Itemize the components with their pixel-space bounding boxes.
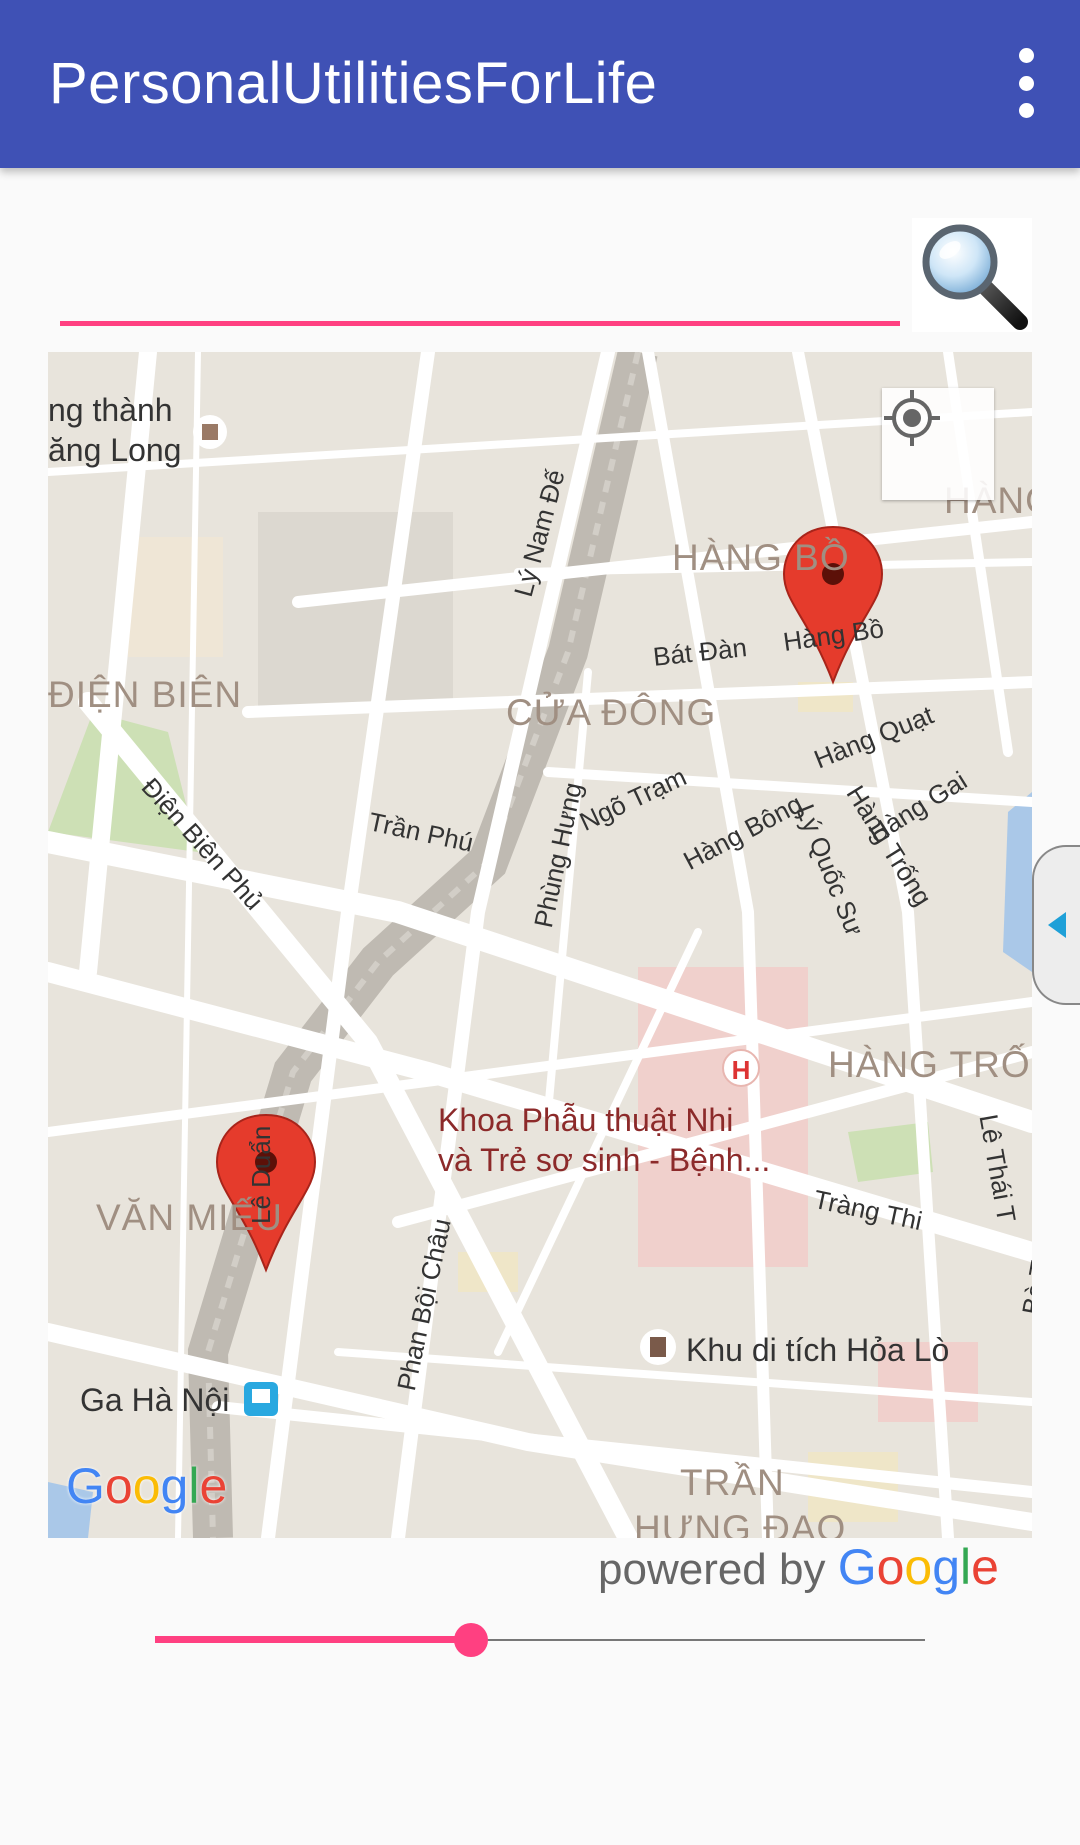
map-attribution: Google: [66, 1458, 228, 1514]
my-location-button[interactable]: [882, 388, 994, 500]
district-label: CỬA ĐÔNG: [506, 692, 717, 733]
street-label: Lê Duẩn: [246, 1125, 276, 1224]
app-title: PersonalUtilitiesForLife: [49, 51, 658, 116]
radius-slider[interactable]: [155, 1620, 925, 1660]
district-label: ĐIỆN BIÊN: [48, 674, 243, 715]
triangle-left-icon: [1048, 912, 1066, 938]
hospital-label: Khoa Phẫu thuật Nhi: [438, 1102, 734, 1138]
svg-text:H: H: [732, 1055, 751, 1085]
magnifier-icon: [922, 224, 1028, 330]
app-bar: PersonalUtilitiesForLife: [0, 0, 1080, 168]
district-label: HƯNG ĐẠO: [634, 1508, 847, 1538]
slider-thumb[interactable]: [453, 1623, 488, 1657]
poi-label: ng thành: [48, 392, 173, 428]
district-label: HÀNG BỒ: [672, 537, 850, 578]
district-label: HÀNG TRỐN: [828, 1044, 1032, 1085]
poi-label: Khu di tích Hỏa Lò: [686, 1332, 950, 1368]
crosshair-icon: [884, 390, 940, 446]
station-label: Ga Hà Nội: [80, 1382, 230, 1418]
search-button[interactable]: [912, 218, 1032, 332]
district-label: TRẦN: [680, 1462, 785, 1503]
hospital-label: và Trẻ sơ sinh - Bệnh...: [438, 1142, 771, 1178]
map-view[interactable]: H ĐIỆN BIÊN HÀNG BỒ CỬA ĐÔNG HÀNG TRỐN V…: [48, 352, 1032, 1538]
slider-fill: [155, 1636, 471, 1643]
search-input[interactable]: [60, 240, 900, 326]
more-vert-icon[interactable]: [996, 48, 1056, 118]
poi-label: ăng Long: [48, 432, 182, 468]
powered-by-google: powered by Google: [598, 1539, 999, 1595]
side-panel-handle[interactable]: [1032, 845, 1080, 1005]
